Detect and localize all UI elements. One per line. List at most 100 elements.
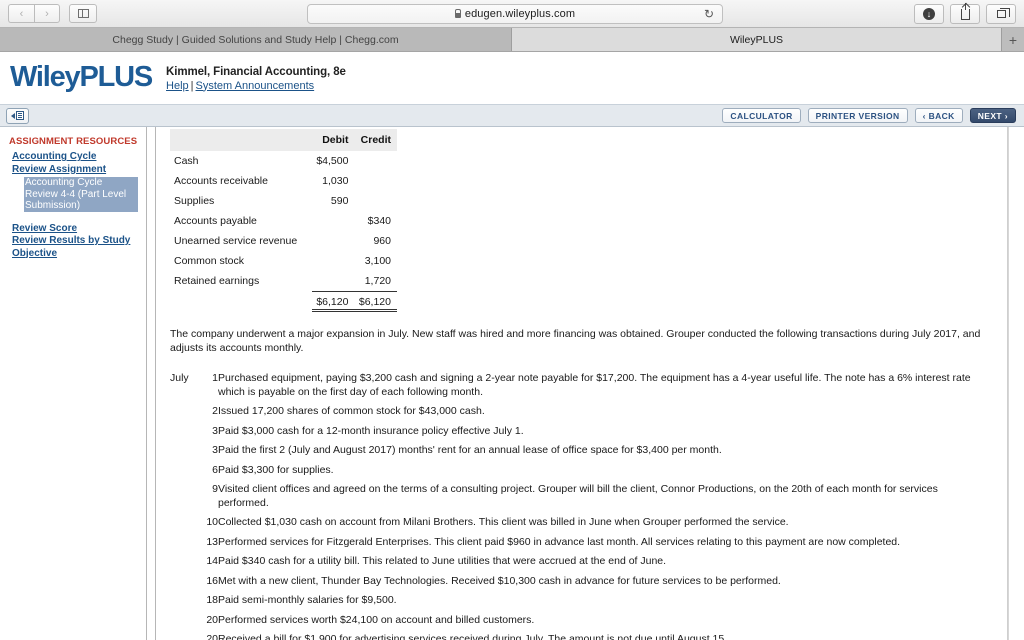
show-tabs-button[interactable]	[986, 4, 1016, 24]
download-icon: ↓	[923, 8, 935, 20]
transactions-table: July 1 Purchased equipment, paying $3,200 …	[170, 369, 991, 640]
url-value: edugen.wileyplus.com	[464, 8, 576, 20]
main-area: ASSIGNMENT RESOURCES Accounting Cycle Re…	[0, 127, 1024, 640]
transaction-description: Paid $3,000 cash for a 12-month insuranc…	[218, 424, 524, 437]
back-button[interactable]: ‹	[8, 4, 34, 23]
wileyplus-logo[interactable]: WileyPLUS	[10, 61, 153, 94]
tab-chegg-study[interactable]: Chegg Study | Guided Solutions and Study…	[0, 28, 512, 51]
downloads-button[interactable]: ↓	[914, 4, 944, 24]
transaction-day: 18	[206, 594, 218, 606]
transaction-month	[170, 591, 196, 611]
transaction-day: 1	[212, 372, 218, 384]
table-row: Supplies 590	[170, 191, 397, 211]
document-panel-icon	[16, 111, 24, 120]
reload-icon[interactable]: ↻	[704, 7, 714, 21]
transaction-day: 2	[212, 405, 218, 417]
transaction-description: Received a bill for $1,900 for advertisi…	[218, 633, 728, 640]
credit-value: 1,720	[364, 275, 391, 287]
transaction-month	[170, 441, 196, 461]
address-bar[interactable]: edugen.wileyplus.com ↻	[307, 4, 723, 24]
transaction-description: Paid the first 2 (July and August 2017) …	[218, 444, 722, 456]
sidebar-item-review-score[interactable]: Review Score	[12, 223, 146, 236]
column-header-credit: Credit	[354, 129, 397, 151]
credit-value: 3,100	[364, 255, 391, 267]
transaction-row: 6 Paid $3,300 for supplies.	[170, 461, 991, 481]
tab-bar: Chegg Study | Guided Solutions and Study…	[0, 28, 1024, 52]
transaction-description: Purchased equipment, paying $3,200 cash …	[218, 372, 971, 398]
total-label	[170, 292, 312, 311]
app-toolbar: CALCULATOR PRINTER VERSION ‹ BACK NEXT ›	[0, 104, 1024, 127]
table-total-row: $6,120 $6,120	[170, 291, 397, 312]
content-inner: Debit Credit Cash $4,500 Accounts receivab…	[156, 129, 1007, 640]
calculator-button[interactable]: CALCULATOR	[722, 108, 801, 123]
transaction-month	[170, 572, 196, 592]
transaction-row: 9 Visited client offices and agreed on th…	[170, 480, 991, 513]
transaction-description: Paid $3,300 for supplies.	[218, 463, 334, 476]
system-announcements-link[interactable]: System Announcements	[196, 80, 315, 92]
course-info: Kimmel, Financial Accounting, 8e Help | Sy…	[166, 64, 346, 92]
account-name: Retained earnings	[174, 275, 260, 288]
account-name: Common stock	[174, 255, 245, 267]
transaction-description: Performed services for Fitzgerald Enterp…	[218, 535, 901, 548]
sidebar-item-selected-review-4-4[interactable]: Accounting Cycle Review 4-4 (Part Level …	[24, 177, 138, 212]
transaction-month	[170, 513, 196, 533]
new-tab-button[interactable]: +	[1002, 28, 1024, 51]
sidebar-title: ASSIGNMENT RESOURCES	[9, 136, 138, 147]
share-button[interactable]	[950, 2, 980, 24]
sidebar-item-review-results-line2[interactable]: Objective	[12, 248, 146, 261]
column-header-account	[170, 129, 312, 151]
transaction-day: 3	[212, 424, 218, 437]
navigation-buttons: ‹ ›	[8, 4, 60, 23]
credit-value: $340	[367, 215, 391, 227]
transaction-description: Issued 17,200 shares of common stock for…	[218, 405, 485, 417]
tab-wileyplus[interactable]: WileyPLUS	[512, 28, 1002, 51]
link-separator: |	[190, 79, 194, 92]
arrow-left-icon	[11, 112, 15, 119]
transaction-row: 3 Paid $3,000 cash for a 12-month insuran…	[170, 422, 991, 442]
panel-splitter[interactable]	[146, 127, 156, 640]
transaction-day: 9	[212, 483, 218, 495]
collapse-panel-button[interactable]	[6, 107, 29, 124]
toolbar-actions: CALCULATOR PRINTER VERSION ‹ BACK NEXT ›	[722, 108, 1016, 123]
trial-balance-header-row: Debit Credit	[170, 129, 397, 151]
scroll-gutter[interactable]	[1008, 127, 1024, 640]
next-button[interactable]: NEXT ›	[969, 108, 1016, 123]
forward-button[interactable]: ›	[34, 4, 60, 23]
credit-value	[354, 171, 397, 191]
transaction-row: 3 Paid the first 2 (July and August 2017)…	[170, 441, 991, 461]
help-link[interactable]: Help	[166, 80, 189, 92]
transaction-row: 20 Received a bill for $1,900 for adverti…	[170, 630, 991, 640]
transaction-description: Performed services worth $24,100 on acco…	[218, 613, 535, 626]
lock-icon	[454, 9, 461, 18]
transaction-row: 13 Performed services for Fitzgerald Ente…	[170, 533, 991, 553]
header-links: Help | System Announcements	[166, 80, 346, 92]
table-row: Common stock 3,100	[170, 251, 397, 271]
sidebar-item-review-assignment[interactable]: Review Assignment	[12, 164, 146, 177]
transaction-day: 16	[206, 574, 218, 587]
transaction-description: Visited client offices and agreed on the…	[218, 483, 938, 509]
debit-value	[312, 231, 355, 251]
assignment-content: Debit Credit Cash $4,500 Accounts receivab…	[156, 127, 1008, 640]
narrative-paragraph: The company underwent a major expansion …	[170, 328, 981, 354]
transaction-day: 3	[212, 444, 218, 456]
trial-balance-head: Debit Credit	[170, 129, 397, 151]
debit-value: $4,500	[316, 155, 349, 167]
sidebar-toggle-button[interactable]	[69, 4, 97, 23]
trial-balance-table: Debit Credit Cash $4,500 Accounts receivab…	[170, 129, 397, 312]
transaction-day: 14	[206, 555, 218, 567]
transaction-day: 20	[206, 633, 218, 640]
total-credit: $6,120	[354, 291, 397, 312]
table-row: Retained earnings 1,720	[170, 271, 397, 292]
transaction-month	[170, 552, 196, 572]
back-button[interactable]: ‹ BACK	[914, 108, 963, 123]
share-icon	[960, 2, 970, 20]
transaction-month	[170, 533, 196, 553]
credit-value	[354, 151, 397, 171]
transaction-description: Collected $1,030 cash on account from Mi…	[218, 516, 789, 528]
sidebar-item-accounting-cycle[interactable]: Accounting Cycle	[12, 151, 146, 164]
printer-version-button[interactable]: PRINTER VERSION	[807, 108, 908, 123]
transaction-month	[170, 402, 196, 422]
transaction-month: July	[170, 372, 189, 384]
transaction-day: 20	[206, 613, 218, 626]
sidebar-item-review-results[interactable]: Review Results by Study	[12, 235, 146, 248]
